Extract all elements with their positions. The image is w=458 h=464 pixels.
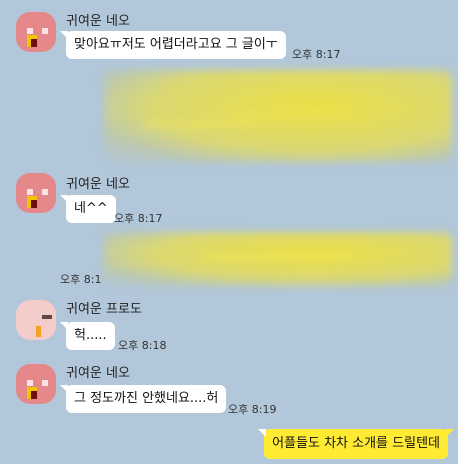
- message-time: 오후 8:19: [228, 403, 277, 416]
- blurred-message: [104, 70, 452, 162]
- message-bubble[interactable]: 네^^: [60, 195, 116, 223]
- neo-avatar-icon[interactable]: [16, 12, 56, 52]
- neo-avatar-icon[interactable]: [16, 173, 56, 213]
- sender-name: 귀여운 네오: [66, 366, 130, 381]
- message-time: 오후 8:1: [60, 273, 102, 286]
- message-time: 오후 8:18: [118, 339, 167, 352]
- blurred-message: [104, 232, 452, 286]
- message-time: 오후 8:17: [114, 212, 163, 225]
- sender-name: 귀여운 네오: [66, 177, 130, 192]
- neo-avatar-icon[interactable]: [16, 364, 56, 404]
- message-bubble[interactable]: 맞아요ㅠ저도 어렵더라고요 그 글이ㅜ: [60, 31, 286, 59]
- sender-name: 귀여운 네오: [66, 14, 130, 29]
- frodo-avatar-icon[interactable]: [16, 300, 56, 340]
- message-bubble[interactable]: 헉.....: [60, 322, 115, 350]
- message-time: 오후 8:17: [292, 48, 341, 61]
- sender-name: 귀여운 프로도: [66, 302, 142, 317]
- my-message-bubble[interactable]: 어플들도 차차 소개를 드릴텐데: [258, 429, 454, 459]
- message-bubble[interactable]: 그 정도까진 안했네요....허: [59, 385, 227, 413]
